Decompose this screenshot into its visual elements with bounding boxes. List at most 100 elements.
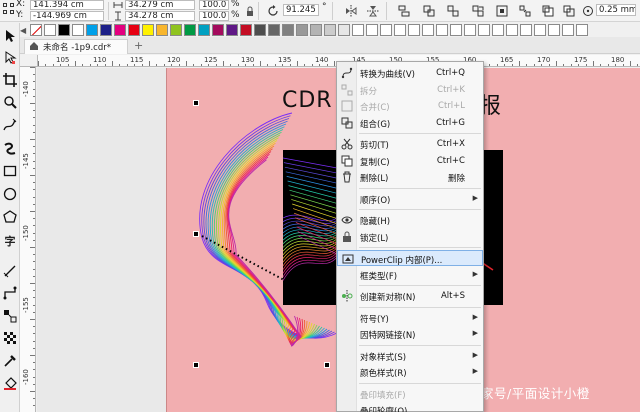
connector-tool-icon[interactable]: [2, 285, 18, 301]
menu-item[interactable]: 剪切(T) Ctrl+X: [337, 136, 483, 152]
color-swatch[interactable]: [156, 24, 169, 36]
color-swatch[interactable]: [128, 24, 141, 36]
color-swatch[interactable]: [142, 24, 155, 36]
color-swatch[interactable]: [520, 24, 533, 36]
mirror-horizontal-icon[interactable]: [345, 5, 357, 17]
menu-item[interactable]: PowerClip 内部(P)...: [337, 250, 483, 266]
color-swatch[interactable]: [562, 24, 575, 36]
color-swatch[interactable]: [212, 24, 225, 36]
color-swatch[interactable]: [422, 24, 435, 36]
color-swatch[interactable]: [394, 24, 407, 36]
color-swatch[interactable]: [44, 24, 57, 36]
dimension-tool-icon[interactable]: [2, 263, 18, 279]
color-swatch[interactable]: [72, 24, 85, 36]
color-swatch[interactable]: [254, 24, 267, 36]
menu-item[interactable]: 因特网链接(N) ▶: [337, 326, 483, 342]
color-swatch[interactable]: [450, 24, 463, 36]
vertical-ruler[interactable]: -140 -145 -150 -155 -160: [20, 67, 36, 412]
color-swatch[interactable]: [268, 24, 281, 36]
color-swatch[interactable]: [366, 24, 379, 36]
ungroup-icon[interactable]: [447, 5, 459, 17]
outline-pen-icon[interactable]: [582, 5, 594, 17]
menu-item[interactable]: 复制(C) Ctrl+C: [337, 153, 483, 169]
new-tab-button[interactable]: +: [134, 39, 143, 52]
outline-width-field[interactable]: 0.25 mm: [596, 4, 636, 16]
polygon-tool-icon[interactable]: [2, 209, 18, 225]
menu-item[interactable]: 转换为曲线(V) Ctrl+Q: [337, 65, 483, 81]
color-swatch[interactable]: [296, 24, 309, 36]
lock-ratio-icon[interactable]: [244, 5, 256, 17]
pick-tool-icon[interactable]: [2, 28, 18, 44]
color-swatch[interactable]: [534, 24, 547, 36]
fill-tool-icon[interactable]: [2, 376, 18, 392]
color-swatch[interactable]: [282, 24, 295, 36]
menu-item[interactable]: 删除(L) 删除: [337, 169, 483, 185]
color-swatch[interactable]: [226, 24, 239, 36]
menu-item[interactable]: 隐藏(H): [337, 212, 483, 228]
width-field[interactable]: 34.279 cm: [125, 0, 195, 10]
color-swatch[interactable]: [184, 24, 197, 36]
artistic-media-icon[interactable]: [2, 140, 18, 156]
back-icon[interactable]: [563, 5, 575, 17]
rectangle-tool-icon[interactable]: [2, 163, 18, 179]
palette-scroll-icon[interactable]: ◀: [20, 26, 26, 35]
front-icon[interactable]: [542, 5, 554, 17]
color-swatch[interactable]: [338, 24, 351, 36]
color-swatch[interactable]: [492, 24, 505, 36]
height-field[interactable]: 34.278 cm: [125, 11, 195, 21]
selection-handle[interactable]: [193, 362, 199, 368]
align-icon[interactable]: [398, 5, 410, 17]
menu-item[interactable]: 创建新对称(N) Alt+S: [337, 288, 483, 304]
menu-item[interactable]: 组合(G) Ctrl+G: [337, 115, 483, 131]
transparency-tool-icon[interactable]: [2, 330, 18, 346]
color-swatch[interactable]: [240, 24, 253, 36]
menu-item[interactable]: 颜色样式(R) ▶: [337, 364, 483, 380]
scale-x-field[interactable]: 100.0: [199, 0, 229, 10]
menu-item[interactable]: 叠印轮廓(O): [337, 402, 483, 412]
color-swatch[interactable]: [352, 24, 365, 36]
break-apart-objects-icon[interactable]: [519, 5, 531, 17]
eyedropper-tool-icon[interactable]: [2, 353, 18, 369]
crop-tool-icon[interactable]: [2, 72, 18, 88]
color-swatch[interactable]: [114, 24, 127, 36]
color-swatch[interactable]: [324, 24, 337, 36]
mirror-vertical-icon[interactable]: [367, 5, 379, 17]
scale-y-field[interactable]: 100.0: [199, 11, 229, 21]
color-swatch[interactable]: [86, 24, 99, 36]
color-swatch[interactable]: [436, 24, 449, 36]
rotation-field[interactable]: 91.245: [283, 4, 319, 16]
menu-item[interactable]: 锁定(L): [337, 229, 483, 245]
color-swatch[interactable]: [170, 24, 183, 36]
menu-item[interactable]: 对象样式(S) ▶: [337, 348, 483, 364]
document-tab[interactable]: 未命名 -1p9.cdr*: [24, 39, 128, 54]
object-origin-icon[interactable]: [2, 2, 14, 14]
text-tool-icon[interactable]: 字: [2, 233, 18, 249]
color-swatch[interactable]: [198, 24, 211, 36]
ellipse-tool-icon[interactable]: [2, 186, 18, 202]
color-swatch[interactable]: [100, 24, 113, 36]
ruler-origin[interactable]: [20, 55, 38, 67]
color-swatch[interactable]: [548, 24, 561, 36]
menu-item[interactable]: 顺序(O) ▶: [337, 191, 483, 207]
selection-handle[interactable]: [193, 231, 199, 237]
group-objects-icon[interactable]: [423, 5, 435, 17]
combine-objects-icon[interactable]: [496, 5, 508, 17]
selection-handle[interactable]: [324, 362, 330, 368]
menu-item[interactable]: 框类型(F) ▶: [337, 267, 483, 283]
x-position-field[interactable]: 141.394 cm: [30, 0, 104, 10]
color-swatch[interactable]: [506, 24, 519, 36]
selection-handle[interactable]: [193, 100, 199, 106]
color-swatch[interactable]: [464, 24, 477, 36]
menu-item[interactable]: 符号(Y) ▶: [337, 310, 483, 326]
color-swatch[interactable]: [380, 24, 393, 36]
color-swatch[interactable]: [58, 24, 71, 36]
blend-tool-icon[interactable]: [2, 308, 18, 324]
color-swatch[interactable]: [310, 24, 323, 36]
no-color-swatch[interactable]: [30, 24, 43, 36]
freehand-tool-icon[interactable]: [2, 117, 18, 133]
color-swatch[interactable]: [408, 24, 421, 36]
shape-tool-icon[interactable]: [2, 50, 18, 66]
color-swatch[interactable]: [478, 24, 491, 36]
ungroup-all-icon[interactable]: [472, 5, 484, 17]
zoom-tool-icon[interactable]: [2, 94, 18, 110]
